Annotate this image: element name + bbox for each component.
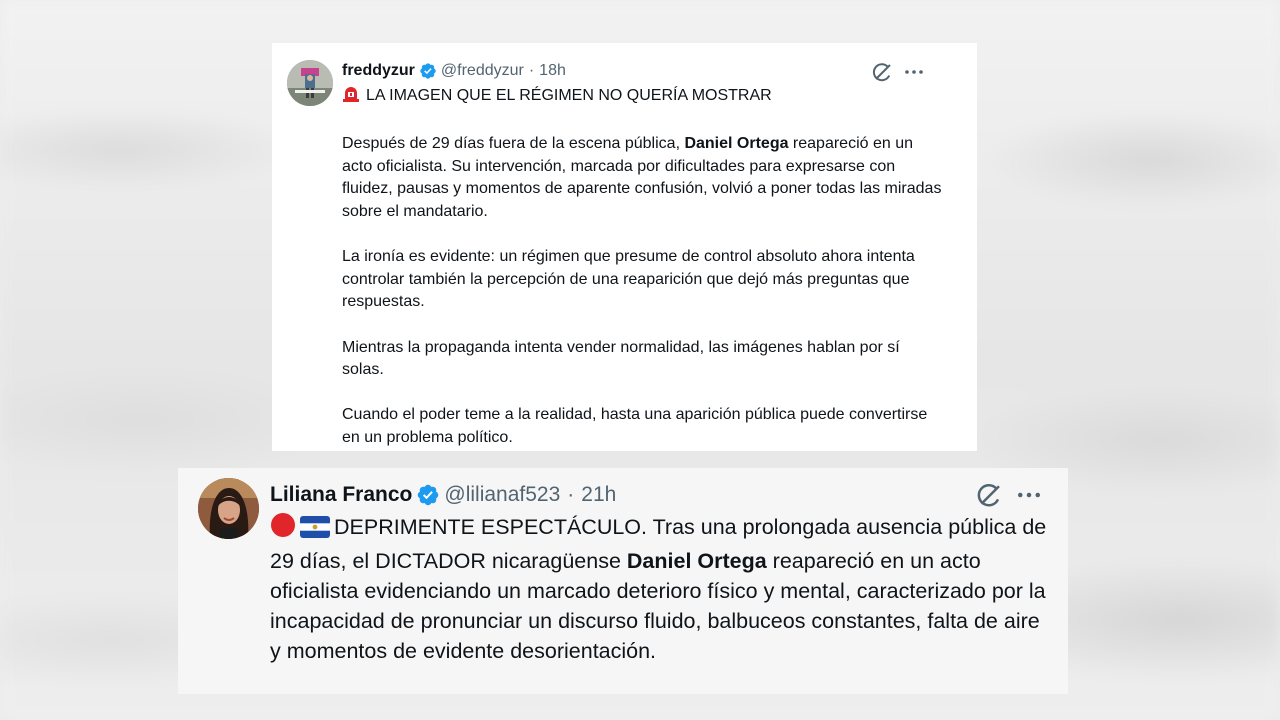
author-handle[interactable]: @freddyzur: [441, 62, 524, 80]
timestamp[interactable]: 18h: [539, 62, 566, 80]
author-handle[interactable]: @lilianaf523: [444, 483, 560, 507]
more-options-icon[interactable]: [902, 60, 926, 84]
tweet-text: DEPRIMENTE ESPECTÁCULO. Tras una prolong…: [270, 512, 1050, 666]
tweet-text: LA IMAGEN QUE EL RÉGIMEN NO QUERÍA MOSTR…: [342, 85, 942, 472]
p1-text-before: Después de 29 días fuera de la escena pú…: [342, 135, 685, 153]
verified-badge-icon: [416, 483, 440, 507]
bold-name: Daniel Ortega: [626, 549, 767, 573]
tweet-header: Liliana Franco @lilianaf523 · 21h: [270, 480, 616, 510]
author-name[interactable]: Liliana Franco: [270, 483, 412, 507]
el-salvador-flag-icon: [300, 516, 330, 546]
paragraph-2: La ironía es evidente: un régimen que pr…: [342, 248, 915, 311]
headline-text: LA IMAGEN QUE EL RÉGIMEN NO QUERÍA MOSTR…: [366, 87, 772, 104]
grok-icon[interactable]: [870, 60, 894, 84]
tweet-card-liliana-franco[interactable]: Liliana Franco @lilianaf523 · 21h DEPRIM…: [178, 468, 1068, 694]
separator-dot: ·: [567, 483, 575, 506]
tweet-headline: LA IMAGEN QUE EL RÉGIMEN NO QUERÍA MOSTR…: [342, 85, 942, 111]
police-light-icon: [342, 85, 360, 111]
p1-bold-name: Daniel Ortega: [684, 135, 789, 153]
tweet-header: freddyzur @freddyzur · 18h: [342, 60, 566, 82]
red-circle-icon: [270, 512, 296, 546]
grok-icon[interactable]: [974, 480, 1004, 510]
paragraph-3: Mientras la propaganda intenta vender no…: [342, 338, 900, 379]
verified-badge-icon: [419, 62, 437, 80]
avatar[interactable]: [287, 60, 333, 106]
avatar[interactable]: [198, 478, 259, 539]
timestamp[interactable]: 21h: [581, 483, 616, 507]
author-name[interactable]: freddyzur: [342, 62, 415, 80]
separator-dot: ·: [528, 62, 535, 79]
more-options-icon[interactable]: [1014, 480, 1044, 510]
tweet-card-freddyzur[interactable]: freddyzur @freddyzur · 18h LA IMAGEN QUE…: [272, 43, 977, 451]
paragraph-1: Después de 29 días fuera de la escena pú…: [342, 133, 942, 223]
paragraph-4: Cuando el poder teme a la realidad, hast…: [342, 406, 928, 446]
